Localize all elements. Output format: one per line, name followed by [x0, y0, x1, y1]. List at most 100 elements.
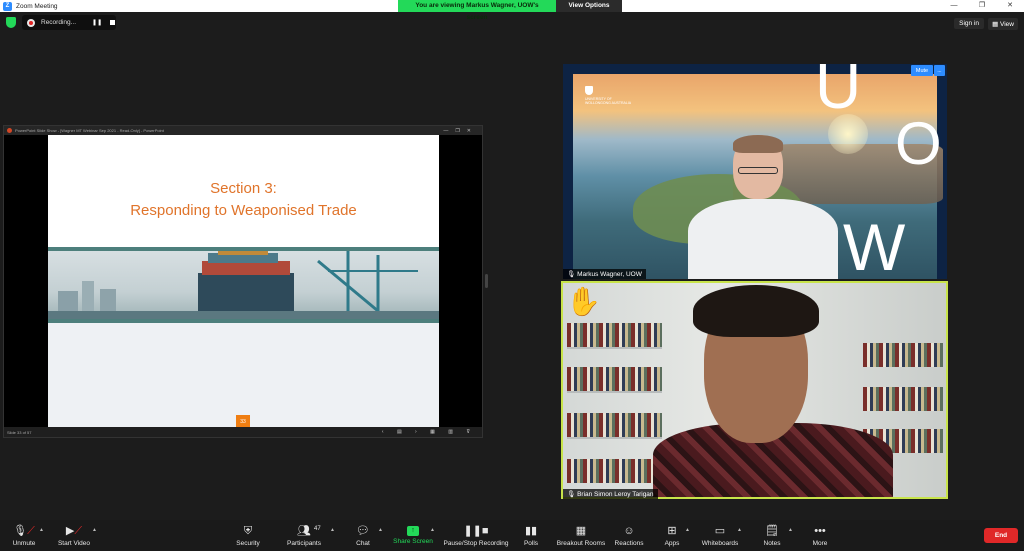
shared-window-titlebar: PowerPoint Slide Show - [Wagner MT Webin… — [4, 126, 482, 135]
participant-count: 47 — [314, 526, 321, 532]
close-icon[interactable]: ✕ — [996, 0, 1024, 12]
zoom-meeting-window: Z Zoom Meeting — ❐ ✕ You are viewing Mar… — [0, 0, 1024, 551]
shared-window-title: PowerPoint Slide Show - [Wagner MT Webin… — [15, 128, 164, 133]
record-icon — [27, 18, 35, 27]
participant-name-brian: 🎙︎ Brian Simon Leroy Tarigan — [563, 489, 658, 499]
tile-more-button[interactable]: ... — [934, 65, 945, 76]
uow-crest-icon — [585, 86, 593, 95]
microphone-muted-icon: 🎙︎⟋ — [13, 525, 35, 537]
video-tile-brian[interactable] — [561, 281, 948, 499]
viewing-message: You are viewing Markus Wagner, UOW's scr… — [398, 0, 556, 21]
breakout-rooms-icon: ▦ — [575, 525, 587, 537]
unmute-label: Unmute — [12, 540, 36, 547]
window-title: Zoom Meeting — [16, 2, 58, 10]
apps-icon: ⊞ — [667, 525, 677, 537]
maximize-icon[interactable]: ❐ — [968, 0, 996, 12]
minimize-icon[interactable]: — — [940, 0, 968, 12]
window-controls: — ❐ ✕ — [940, 0, 1024, 12]
start-video-label: Start Video — [57, 540, 91, 547]
slideshow-status-bar: Slide 33 of 57 ‹ ▤ › ▦ ▥ ⊽ — [4, 427, 482, 437]
person-glasses — [738, 167, 778, 174]
participants-label: Participants — [287, 540, 321, 547]
viewing-banner: You are viewing Markus Wagner, UOW's scr… — [398, 0, 622, 21]
slide-title-line1: Section 3: — [210, 180, 277, 197]
video-tile-markus[interactable]: UNIVERSITY OF WOLLONGONG AUSTRALIA U O W — [563, 64, 947, 279]
reactions-icon: ☺ — [623, 525, 635, 537]
shelf-board — [567, 437, 662, 439]
recording-indicator: Recording... ❚❚ — [22, 15, 116, 30]
chat-label: Chat — [356, 540, 370, 547]
breakout-rooms-label: Breakout Rooms — [556, 540, 606, 547]
zoom-logo-icon: Z — [3, 1, 12, 11]
shelf-board — [567, 391, 662, 393]
person-body — [688, 199, 838, 279]
person-hair — [693, 285, 819, 337]
share-screen-icon: ↑ — [407, 526, 419, 536]
meeting-toolbar: 🎙︎⟋ Unmute ▲ ▶︎⟋ Start Video ▲ ⛨ Securit… — [0, 520, 1024, 551]
security-button[interactable]: ⛨ Security — [218, 524, 278, 550]
slide-title-line2: Responding to Weaponised Trade — [130, 202, 357, 219]
whiteboard-icon: ▭ — [714, 525, 726, 537]
mute-participant-button[interactable]: Mute — [911, 65, 933, 76]
share-caret-icon[interactable]: ▲ — [430, 527, 435, 533]
port-photo-graphic — [48, 251, 439, 319]
uow-logo-text: UNIVERSITY OF WOLLONGONG AUSTRALIA — [585, 97, 632, 105]
pause-recording-icon[interactable]: ❚❚ — [92, 19, 102, 26]
shared-screen: PowerPoint Slide Show - [Wagner MT Webin… — [3, 125, 483, 438]
uow-letter-w: W — [843, 210, 906, 279]
polls-icon: ▮▮ — [524, 525, 538, 537]
participant-video-markus — [688, 135, 838, 279]
bookshelf-row — [567, 323, 662, 347]
top-strip: Recording... ❚❚ Sign in ▦ View — [0, 12, 1024, 34]
sign-in-button[interactable]: Sign in — [954, 18, 984, 29]
bookshelf-row — [863, 387, 943, 411]
slide-counter: Slide 33 of 57 — [7, 429, 32, 435]
more-button[interactable]: ••• More — [790, 524, 850, 550]
uow-logo: UNIVERSITY OF WOLLONGONG AUSTRALIA — [585, 86, 635, 105]
split-handle[interactable] — [485, 274, 488, 288]
bookshelf-row — [863, 343, 943, 367]
whiteboards-label: Whiteboards — [701, 540, 739, 547]
bookshelf-row — [567, 413, 662, 437]
end-meeting-button[interactable]: End — [984, 528, 1018, 543]
reactions-label: Reactions — [614, 540, 644, 547]
camera-off-icon: ▶︎⟋ — [65, 525, 83, 537]
slide-title: Section 3: Responding to Weaponised Trad… — [48, 178, 439, 222]
shield-icon[interactable] — [6, 17, 16, 28]
chat-icon: 💬︎ — [356, 525, 370, 537]
uow-letter-u: U — [815, 64, 862, 122]
port-photo — [48, 251, 439, 319]
view-button[interactable]: ▦ View — [988, 18, 1018, 30]
view-options-button[interactable]: View Options — [556, 0, 622, 12]
notes-icon: 🗒︎ — [765, 525, 779, 537]
security-label: Security — [236, 540, 260, 547]
powerpoint-icon — [7, 128, 12, 133]
pause-stop-icon: ❚❚■ — [463, 525, 489, 537]
share-screen-label: Share Screen — [393, 538, 433, 545]
stop-recording-icon[interactable] — [110, 20, 116, 25]
participant-name-text: Markus Wagner, UOW — [577, 271, 642, 278]
recording-label: Recording... — [41, 19, 77, 26]
participant-name-text: Brian Simon Leroy Tarigan — [577, 491, 654, 498]
apps-label: Apps — [664, 540, 680, 547]
more-label: More — [812, 540, 828, 547]
slideshow-nav-icons[interactable]: ‹ ▤ › ▦ ▥ ⊽ — [382, 429, 476, 435]
notes-label: Notes — [763, 540, 781, 547]
uow-letter-o: O — [895, 110, 942, 177]
polls-label: Polls — [523, 540, 539, 547]
person-hair — [733, 135, 783, 153]
security-shield-icon: ⛨ — [243, 525, 253, 537]
bookshelf-row — [567, 367, 662, 391]
video-options-caret-icon[interactable]: ▲ — [92, 527, 97, 533]
participants-icon: 👥︎ — [297, 525, 311, 537]
participants-button[interactable]: 👥︎ Participants — [274, 524, 334, 550]
view-button-label: View — [1000, 21, 1014, 28]
slide-lower-area — [48, 323, 439, 429]
more-dots-icon: ••• — [814, 525, 826, 537]
pause-stop-recording-label: Pause/Stop Recording — [443, 540, 509, 547]
shelf-board — [567, 347, 662, 349]
shared-window-controls: —❐✕ — [443, 127, 478, 134]
presentation-slide: Section 3: Responding to Weaponised Trad… — [48, 135, 439, 429]
raised-hand-icon: ✋ — [566, 286, 601, 317]
bookshelf-row — [567, 459, 662, 483]
